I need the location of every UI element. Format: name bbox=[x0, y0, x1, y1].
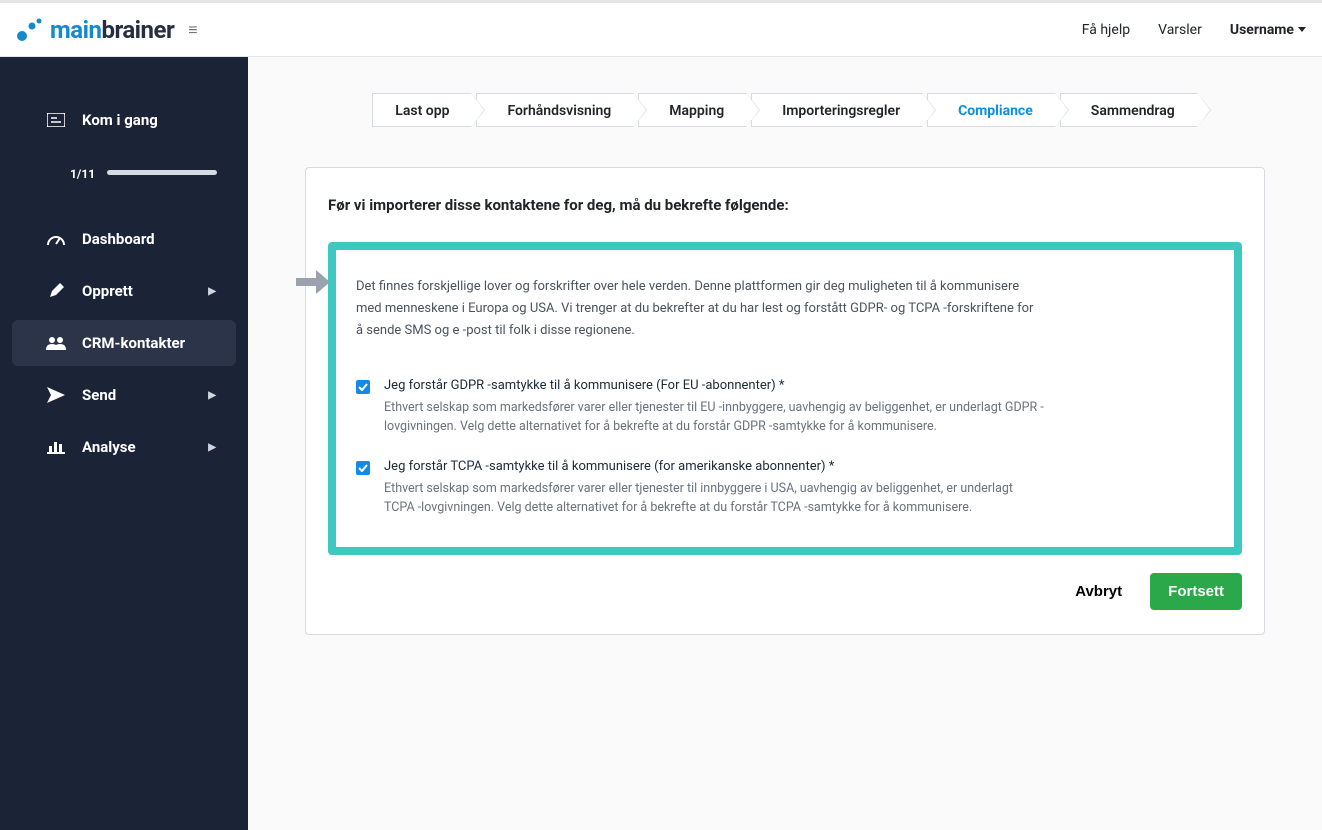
hamburger-icon[interactable]: ≡ bbox=[188, 20, 197, 40]
username-label: Username bbox=[1230, 22, 1294, 38]
gdpr-row: Jeg forstår GDPR -samtykke til å kommuni… bbox=[356, 378, 1214, 437]
highlight-box: Det finnes forskjellige lover og forskri… bbox=[328, 242, 1242, 555]
logo-icon bbox=[16, 18, 44, 42]
tcpa-checkbox[interactable] bbox=[356, 461, 370, 475]
header: mainbrainer ≡ Få hjelp Varsler Username bbox=[0, 0, 1322, 57]
sidebar-item-send[interactable]: Send ▶ bbox=[12, 372, 236, 418]
sidebar-item-label: Kom i gang bbox=[82, 111, 158, 129]
sidebar-item-label: CRM-kontakter bbox=[82, 334, 185, 352]
gauge-icon bbox=[46, 232, 66, 246]
gdpr-label: Jeg forstår GDPR -samtykke til å kommuni… bbox=[384, 378, 1214, 393]
card-icon bbox=[46, 113, 66, 127]
chevron-right-icon: ▶ bbox=[208, 390, 216, 401]
progress-bar bbox=[107, 170, 217, 175]
header-right: Få hjelp Varsler Username bbox=[1082, 22, 1306, 38]
chevron-down-icon bbox=[1298, 27, 1306, 32]
step-compliance[interactable]: Compliance bbox=[927, 93, 1056, 127]
compliance-panel: Før vi importerer disse kontaktene for d… bbox=[305, 167, 1265, 635]
step-upload[interactable]: Last opp bbox=[372, 93, 472, 127]
content: Last opp Forhåndsvisning Mapping Importe… bbox=[248, 57, 1322, 830]
intro-text: Det finnes forskjellige lover og forskri… bbox=[356, 276, 1036, 342]
cancel-button[interactable]: Avbryt bbox=[1065, 575, 1132, 608]
step-preview[interactable]: Forhåndsvisning bbox=[476, 93, 634, 127]
gdpr-desc: Ethvert selskap som markedsfører varer e… bbox=[384, 399, 1044, 437]
username-dropdown[interactable]: Username bbox=[1230, 22, 1306, 38]
step-summary[interactable]: Sammendrag bbox=[1060, 93, 1198, 127]
logo-text: mainbrainer bbox=[50, 16, 174, 44]
sidebar-item-get-started[interactable]: Kom i gang bbox=[12, 97, 236, 143]
sidebar: Kom i gang 1/11 Dashboard Opprett ▶ CRM-… bbox=[0, 57, 248, 830]
sidebar-item-crm[interactable]: CRM-kontakter bbox=[12, 320, 236, 366]
chevron-right-icon: ▶ bbox=[208, 442, 216, 453]
panel-title: Før vi importerer disse kontaktene for d… bbox=[328, 196, 1242, 214]
arrow-callout-icon bbox=[296, 270, 330, 298]
step-breadcrumb: Last opp Forhåndsvisning Mapping Importe… bbox=[288, 93, 1282, 127]
tcpa-desc: Ethvert selskap som markedsfører varer e… bbox=[384, 480, 1044, 518]
layout: Kom i gang 1/11 Dashboard Opprett ▶ CRM-… bbox=[0, 57, 1322, 830]
progress-area: 1/11 bbox=[0, 163, 248, 182]
chevron-right-icon: ▶ bbox=[208, 286, 216, 297]
progress-label: 1/11 bbox=[70, 167, 95, 181]
users-icon bbox=[46, 336, 66, 350]
help-link[interactable]: Få hjelp bbox=[1082, 22, 1130, 38]
bar-chart-icon bbox=[46, 440, 66, 454]
sidebar-item-label: Dashboard bbox=[82, 230, 155, 248]
sidebar-item-create[interactable]: Opprett ▶ bbox=[12, 268, 236, 314]
gdpr-checkbox[interactable] bbox=[356, 380, 370, 394]
pencil-icon bbox=[46, 283, 66, 299]
paper-plane-icon bbox=[46, 387, 66, 403]
sidebar-item-dashboard[interactable]: Dashboard bbox=[12, 216, 236, 262]
logo[interactable]: mainbrainer bbox=[16, 16, 174, 44]
sidebar-item-label: Analyse bbox=[82, 438, 136, 456]
alerts-link[interactable]: Varsler bbox=[1158, 22, 1202, 38]
sidebar-item-label: Opprett bbox=[82, 282, 133, 300]
tcpa-row: Jeg forstår TCPA -samtykke til å kommuni… bbox=[356, 459, 1214, 518]
continue-button[interactable]: Fortsett bbox=[1150, 573, 1242, 610]
step-mapping[interactable]: Mapping bbox=[638, 93, 747, 127]
panel-footer: Avbryt Fortsett bbox=[328, 573, 1242, 610]
tcpa-label: Jeg forstår TCPA -samtykke til å kommuni… bbox=[384, 459, 1214, 474]
sidebar-item-analyse[interactable]: Analyse ▶ bbox=[12, 424, 236, 470]
step-import-rules[interactable]: Importeringsregler bbox=[751, 93, 923, 127]
sidebar-item-label: Send bbox=[82, 386, 116, 404]
